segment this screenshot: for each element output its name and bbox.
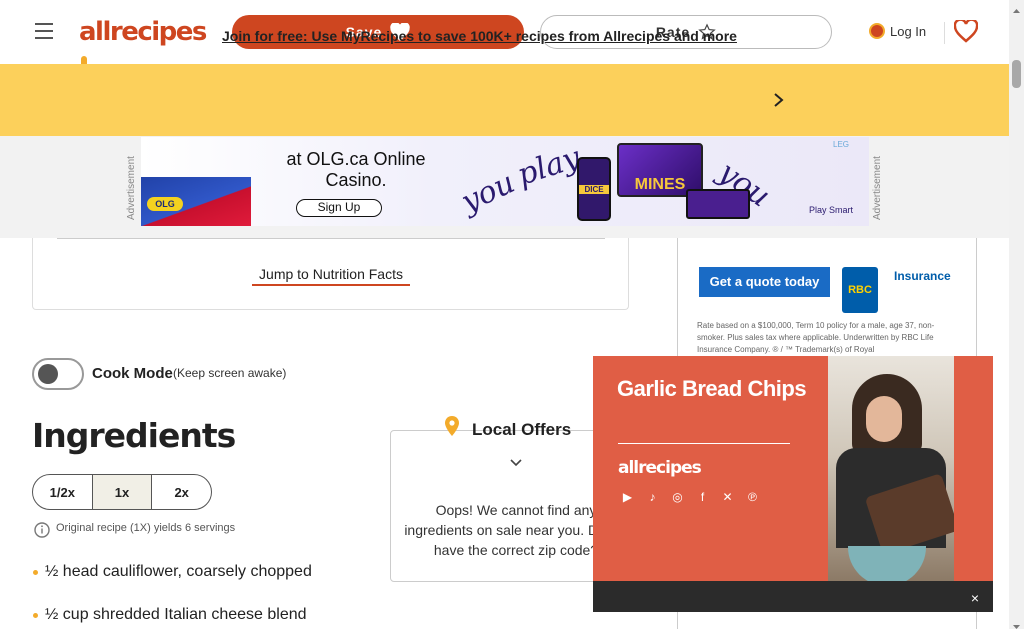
close-icon[interactable]: × xyxy=(963,586,987,610)
play-word-1: you xyxy=(456,165,521,220)
ad-label-left: Advertisement xyxy=(126,156,137,220)
x-icon[interactable]: ✕ xyxy=(720,490,735,505)
scroll-up-icon[interactable] xyxy=(1012,2,1021,13)
scale-1x-button[interactable]: 1x xyxy=(92,475,153,509)
ad-choices-label[interactable]: LEG xyxy=(833,140,849,149)
rbc-quote-button[interactable]: Get a quote today xyxy=(699,267,830,297)
bullet-icon xyxy=(33,613,38,618)
video-title: Garlic Bread Chips xyxy=(617,376,807,401)
cook-mode-note: (Keep screen awake) xyxy=(173,366,287,380)
ad-label-right: Advertisement xyxy=(872,156,883,220)
user-icon xyxy=(869,23,885,39)
video-social-links: ▶ ♪ ◎ f ✕ ℗ xyxy=(620,490,760,505)
info-icon[interactable] xyxy=(32,520,52,540)
cook-mode-label: Cook Mode xyxy=(92,365,173,382)
location-pin-icon xyxy=(444,415,460,437)
login-label: Log In xyxy=(890,23,927,39)
site-logo[interactable]: allrecipes xyxy=(79,14,209,78)
scrollbar-thumb[interactable] xyxy=(1012,60,1021,88)
header-divider xyxy=(944,22,945,44)
bullet-icon xyxy=(33,570,38,575)
saved-recipes-heart-icon[interactable] xyxy=(953,18,979,46)
cook-mode-toggle[interactable] xyxy=(32,358,84,390)
youtube-icon[interactable]: ▶ xyxy=(620,490,635,505)
olg-headline: at OLG.ca Online Casino. xyxy=(286,149,426,190)
person-face xyxy=(866,396,902,442)
scale-half-button[interactable]: 1/2x xyxy=(33,475,93,509)
recipe-scale-selector: 1/2x 1x 2x xyxy=(32,474,212,510)
local-offers-title: Local Offers xyxy=(472,420,572,439)
tiktok-icon[interactable]: ♪ xyxy=(645,490,660,505)
login-button[interactable]: Log In xyxy=(869,18,933,44)
mixing-bowl xyxy=(848,546,926,581)
scale-yield-note: Original recipe (1X) yields 6 servings xyxy=(56,522,236,534)
promo-banner xyxy=(0,64,1009,136)
scale-2x-button[interactable]: 2x xyxy=(152,475,211,509)
olg-logo: OLG xyxy=(147,197,183,211)
jump-to-nutrition-link[interactable]: Jump to Nutrition Facts xyxy=(252,264,410,286)
olg-signup-button[interactable]: Sign Up xyxy=(296,199,382,217)
play-word-2: play xyxy=(513,140,585,193)
olg-tablet-image xyxy=(686,189,750,219)
rbc-logo: RBC xyxy=(842,267,878,313)
instagram-icon[interactable]: ◎ xyxy=(670,490,685,505)
toggle-knob xyxy=(38,364,58,384)
facebook-icon[interactable]: f xyxy=(695,490,710,505)
ingredient-item[interactable]: ½ head cauliflower, coarsely chopped xyxy=(45,558,375,586)
video-divider xyxy=(618,443,790,444)
olg-play-smart: Play Smart xyxy=(809,205,854,215)
pinterest-icon[interactable]: ℗ xyxy=(745,490,760,505)
arrow-right-icon[interactable] xyxy=(770,88,788,112)
rbc-insurance-label: Insurance xyxy=(894,269,951,283)
menu-icon[interactable] xyxy=(31,20,57,42)
promo-link[interactable]: Join for free: Use MyRecipes to save 100… xyxy=(222,28,756,52)
olg-ad-banner[interactable]: OLG at OLG.ca Online Casino. Sign Up you… xyxy=(141,137,869,226)
video-logo: allrecipes xyxy=(618,458,702,478)
rbc-fine-print: Rate based on a $100,000, Term 10 policy… xyxy=(697,321,935,354)
ingredients-heading: Ingredients xyxy=(32,416,236,455)
video-control-bar xyxy=(593,581,993,612)
scroll-down-icon[interactable] xyxy=(1012,618,1021,629)
ingredient-item[interactable]: ½ cup shredded Italian cheese blend xyxy=(45,601,375,629)
card-divider xyxy=(57,238,605,239)
dice-label: DICE xyxy=(579,185,609,194)
olg-phone-image: DICE xyxy=(577,157,611,221)
chevron-down-icon[interactable] xyxy=(505,456,527,470)
page-scrollbar[interactable] xyxy=(1009,0,1024,629)
video-thumbnail xyxy=(828,356,954,581)
